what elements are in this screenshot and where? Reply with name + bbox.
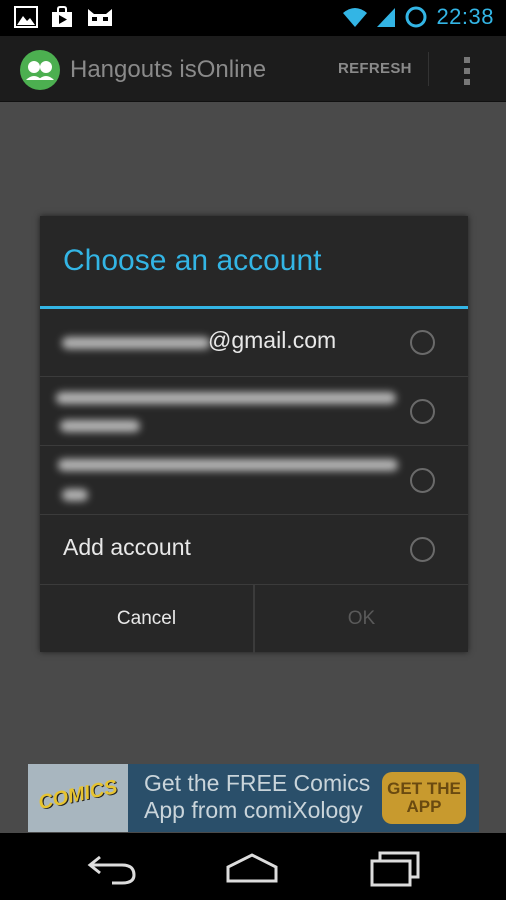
back-icon[interactable]: [82, 847, 142, 887]
refresh-button[interactable]: REFRESH: [338, 60, 412, 77]
cta-line-2: APP: [406, 797, 442, 816]
home-icon[interactable]: [222, 847, 282, 887]
app-title: Hangouts isOnline: [70, 56, 267, 83]
redacted-email: [58, 459, 398, 471]
get-the-app-button[interactable]: GET THE APP: [382, 772, 466, 824]
redacted-email-continued: [60, 420, 140, 432]
account-row-2[interactable]: [40, 378, 468, 446]
sync-circle-icon: [405, 6, 427, 28]
account-radio-2[interactable]: [410, 399, 435, 424]
clock: 22:38: [436, 4, 494, 29]
dialog-button-bar: Cancel OK: [40, 584, 468, 653]
notification-icons: [14, 6, 114, 28]
dialog-title: Choose an account: [63, 244, 322, 277]
phone-screen: 22:38 Hangouts isOnline REFRESH Choose a: [0, 0, 506, 900]
account-email-suffix: @gmail.com: [208, 327, 337, 353]
account-radio-1[interactable]: [410, 330, 435, 355]
ad-line-2: App from comiXology: [144, 797, 363, 823]
account-radio-3[interactable]: [410, 468, 435, 493]
hangouts-icon[interactable]: [20, 50, 60, 90]
add-account-label: Add account: [63, 534, 191, 560]
status-bar: 22:38: [0, 0, 506, 36]
cta-line-1: GET THE: [387, 779, 461, 798]
cancel-button[interactable]: Cancel: [40, 585, 253, 653]
image-icon: [14, 6, 38, 28]
redacted-email-continued: [62, 489, 88, 501]
ad-line-1: Get the FREE Comics: [144, 770, 371, 796]
redacted-email: [62, 337, 210, 349]
signal-icon: [377, 8, 396, 27]
ad-text: Get the FREE Comics App from comiXology: [144, 770, 370, 824]
ok-button[interactable]: OK: [255, 585, 468, 653]
overflow-menu-icon[interactable]: [455, 56, 479, 86]
recents-icon[interactable]: [366, 847, 426, 887]
wifi-icon: [343, 8, 368, 27]
action-bar: Hangouts isOnline REFRESH: [0, 36, 506, 102]
comics-logo-text: COMICS: [36, 775, 120, 815]
system-icons: 22:38: [342, 4, 494, 30]
account-row-3[interactable]: [40, 447, 468, 515]
comics-logo: COMICS: [28, 764, 128, 832]
add-account-radio[interactable]: [410, 537, 435, 562]
ad-banner[interactable]: COMICS Get the FREE Comics App from comi…: [28, 764, 479, 832]
navigation-bar: [0, 833, 506, 900]
redacted-email: [56, 392, 396, 404]
account-row-1[interactable]: @gmail.com: [40, 309, 468, 377]
play-store-icon: [52, 6, 72, 27]
add-account-row[interactable]: Add account: [40, 516, 468, 584]
action-bar-divider: [428, 52, 429, 86]
account-chooser-dialog: Choose an account @gmail.com Add account: [40, 216, 468, 653]
cyanogen-cat-icon: [88, 9, 112, 26]
